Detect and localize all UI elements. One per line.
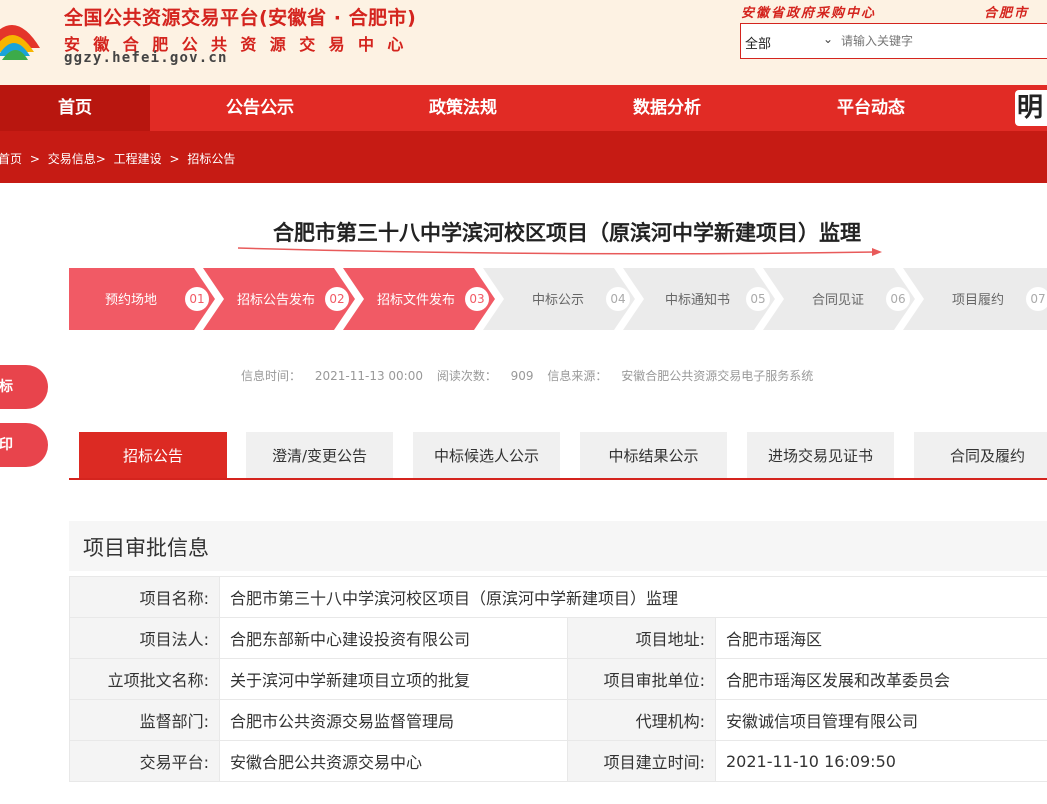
search-scope-select[interactable]: 全部 [745,33,771,52]
page-title: 合肥市第三十八中学滨河校区项目（原滨河中学新建项目）监理 [273,221,861,245]
step-contract-witness: 合同见证 06 [769,268,910,330]
tab-award-result[interactable]: 中标结果公示 [580,432,727,478]
step-label: 招标公告发布 [237,293,316,308]
platform-value: 安徽合肥公共资源交易中心 [219,740,568,782]
chevron-down-icon[interactable]: ⌄ [823,32,833,46]
approval-unit-value: 合肥市瑶海区发展和改革委员会 [715,658,1047,700]
notice-tabs: 招标公告 澄清/变更公告 中标候选人公示 中标结果公示 进场交易见证书 合同及履… [69,432,1047,480]
step-notice-published: 招标公告发布 02 [209,268,349,330]
step-award-publicity: 中标公示 04 [489,268,630,330]
side-print-label: 打印 [0,437,13,453]
step-number: 04 [606,287,630,311]
breadcrumb-separator: > [29,152,40,166]
step-award-notice: 中标通知书 05 [629,268,770,330]
tab-contract[interactable]: 合同及履约 [914,432,1047,478]
step-number: 07 [1026,287,1047,311]
top-link-hefei[interactable]: 合肥市 [984,2,1029,21]
tab-witness-cert[interactable]: 进场交易见证书 [747,432,894,478]
top-link-province-procurement[interactable]: 安徽省政府采购中心 [741,2,876,21]
step-label: 预约场地 [105,293,158,308]
table-row: 立项批文名称: 关于滨河中学新建项目立项的批复 项目审批单位: 合肥市瑶海区发展… [69,658,1047,700]
breadcrumb-construction[interactable]: 工程建设 [114,152,162,166]
breadcrumb: 首页 > 交易信息> 工程建设 > 招标公告 [0,150,239,167]
info-meta: 信息时间： 2021-11-13 00:00 阅读次数： 909 信息来源： 安… [241,367,823,384]
step-number: 03 [465,287,489,311]
project-info-table: 项目名称: 合肥市第三十八中学滨河校区项目（原滨河中学新建项目）监理 项目法人:… [69,576,1047,782]
step-label: 中标通知书 [665,293,731,308]
nav-item-platform-news[interactable]: 平台动态 [796,85,946,131]
site-title: 全国公共资源交易平台(安徽省 · 合肥市) [64,7,417,29]
nav-item-home[interactable]: 首页 [0,85,150,131]
main-nav: 首页 公告公示 政策法规 数据分析 平台动态 明 [0,85,1047,131]
project-name-value: 合肥市第三十八中学滨河校区项目（原滨河中学新建项目）监理 [219,576,1047,618]
site-url: ggzy.hefei.gov.cn [64,50,228,66]
time-value: 2021-11-13 00:00 [314,369,423,383]
approval-unit-label: 项目审批单位: [567,658,716,700]
source-label: 信息来源： [547,369,608,383]
breadcrumb-separator: > [169,152,180,166]
project-name-label: 项目名称: [69,576,220,618]
table-row: 项目名称: 合肥市第三十八中学滨河校区项目（原滨河中学新建项目）监理 [69,576,1047,618]
breadcrumb-home[interactable]: 首页 [0,152,22,166]
side-print-button[interactable]: 打印 [0,423,48,467]
step-number: 02 [325,287,349,311]
nav-item-policies[interactable]: 政策法规 [388,85,538,131]
section-header: 项目审批信息 [69,521,1047,571]
approval-doc-value: 关于滨河中学新建项目立项的批复 [219,658,568,700]
supervision-label: 监督部门: [69,699,220,741]
title-underline-arrow [237,247,882,256]
approval-doc-label: 立项批文名称: [69,658,220,700]
nav-item-data-analysis[interactable]: 数据分析 [592,85,742,131]
step-label: 中标公示 [532,293,585,308]
views-label: 阅读次数： [436,369,497,383]
step-label: 招标文件发布 [377,293,456,308]
search-input[interactable] [841,31,1047,51]
supervision-value: 合肥市公共资源交易监督管理局 [219,699,568,741]
table-row: 项目法人: 合肥东部新中心建设投资有限公司 项目地址: 合肥市瑶海区 [69,617,1047,659]
step-number: 06 [886,287,910,311]
legal-person-label: 项目法人: [69,617,220,659]
step-docs-published: 招标文件发布 03 [349,268,489,330]
created-time-label: 项目建立时间: [567,740,716,782]
step-number: 01 [185,287,209,311]
source-value: 安徽合肥公共资源交易电子服务系统 [621,369,814,383]
side-bid-label: 投标 [0,379,13,395]
agency-value: 安徽诚信项目管理有限公司 [715,699,1047,741]
side-bid-button[interactable]: 投标 [0,365,48,409]
table-row: 监督部门: 合肥市公共资源交易监督管理局 代理机构: 安徽诚信项目管理有限公司 [69,699,1047,741]
agency-label: 代理机构: [567,699,716,741]
banner-glyph: 明 [1017,93,1044,123]
tab-tender-notice[interactable]: 招标公告 [79,432,227,478]
time-label: 信息时间： [241,369,302,383]
views-value: 909 [510,369,534,383]
address-value: 合肥市瑶海区 [715,617,1047,659]
nav-item-announcements[interactable]: 公告公示 [185,85,335,131]
progress-steps: 预约场地 01 招标公告发布 02 招标文件发布 03 中标公示 04 中标通知… [69,268,1047,330]
step-project-performance: 项目履约 07 [909,268,1047,330]
banner-badge[interactable]: 明 [1015,90,1047,126]
tab-candidates[interactable]: 中标候选人公示 [413,432,560,478]
step-reserve-venue: 预约场地 01 [69,268,209,330]
step-number: 05 [746,287,770,311]
created-time-value: 2021-11-10 16:09:50 [715,740,1047,782]
address-label: 项目地址: [567,617,716,659]
breadcrumb-trade-info[interactable]: 交易信息> [48,152,106,166]
breadcrumb-tender-notice[interactable]: 招标公告 [187,152,235,166]
platform-label: 交易平台: [69,740,220,782]
step-label: 项目履约 [952,293,1005,308]
site-header: 全国公共资源交易平台(安徽省 · 合肥市) 安徽合肥公共资源交易中心 ggzy.… [0,0,1047,85]
tab-clarification[interactable]: 澄清/变更公告 [246,432,393,478]
table-row: 交易平台: 安徽合肥公共资源交易中心 项目建立时间: 2021-11-10 16… [69,740,1047,782]
step-label: 合同见证 [812,293,865,308]
section-title: 项目审批信息 [83,536,209,560]
site-logo-icon[interactable] [0,0,46,68]
breadcrumb-bar: 首页 > 交易信息> 工程建设 > 招标公告 [0,131,1047,183]
legal-person-value: 合肥东部新中心建设投资有限公司 [219,617,568,659]
search-box: 全部 ⌄ [740,23,1047,59]
